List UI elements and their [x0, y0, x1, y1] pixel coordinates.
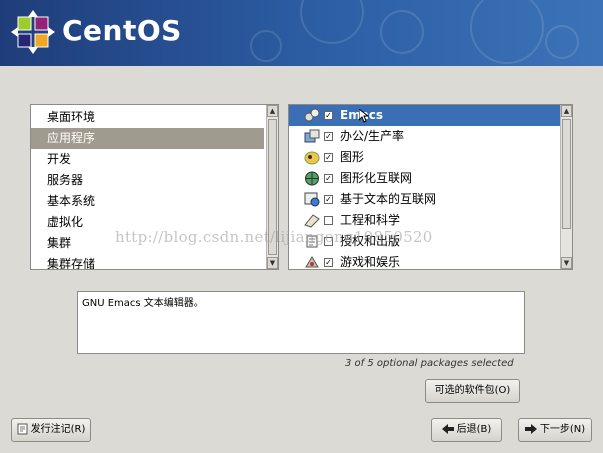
arrow-right-icon [524, 424, 537, 434]
text-internet-icon [304, 192, 320, 207]
centos-logo [11, 10, 55, 54]
release-notes-button[interactable]: 发行注记(R) [11, 418, 91, 442]
selection-status: 3 of 5 optional packages selected [345, 358, 514, 369]
package-item-selected[interactable]: ✓ Emacs [289, 105, 561, 126]
package-checkbox[interactable] [324, 216, 333, 225]
office-icon [304, 129, 320, 143]
package-checkbox[interactable]: ✓ [324, 195, 333, 204]
package-item[interactable]: ✓ 基于文本的互联网 [289, 189, 561, 210]
brand-name: CentOS [62, 14, 182, 47]
internet-icon [305, 171, 319, 186]
package-item[interactable]: ✓ 图形化互联网 [289, 168, 561, 189]
back-label: 后退(B) [456, 424, 492, 435]
category-item[interactable]: 集群存储 [31, 254, 264, 269]
optional-packages-button[interactable]: 可选的软件包(O) [425, 379, 520, 403]
next-label: 下一步(N) [539, 424, 586, 435]
engineering-icon [304, 214, 320, 228]
scroll-thumb[interactable] [562, 119, 571, 229]
category-item[interactable]: 桌面环境 [31, 107, 264, 128]
package-description: GNU Emacs 文本编辑器。 [77, 291, 525, 354]
category-item-selected[interactable]: 应用程序 [31, 128, 264, 149]
package-label: 图形化互联网 [340, 171, 413, 185]
package-item[interactable]: ✓ 游戏和娱乐 [289, 252, 561, 269]
watermark: http://blog.csdn.net/lijiangong19850520 [115, 228, 433, 246]
package-checkbox[interactable]: ✓ [324, 258, 333, 267]
package-item[interactable]: ✓ 办公/生产率 [289, 126, 561, 147]
package-label: 游戏和娱乐 [340, 255, 401, 269]
package-checkbox[interactable]: ✓ [324, 153, 333, 162]
package-checkbox[interactable]: ✓ [324, 132, 333, 141]
back-button[interactable]: 后退(B) [431, 418, 502, 442]
mouse-cursor-icon [359, 109, 369, 123]
category-item[interactable]: 开发 [31, 149, 264, 170]
games-icon [305, 256, 319, 268]
package-checkbox[interactable]: ✓ [324, 174, 333, 183]
next-button[interactable]: 下一步(N) [518, 418, 592, 442]
package-label: 办公/生产率 [340, 129, 405, 143]
package-checkbox[interactable]: ✓ [324, 111, 333, 120]
scroll-up-icon[interactable]: ▲ [561, 105, 572, 117]
document-icon [17, 423, 28, 435]
arrow-left-icon [441, 424, 454, 434]
scroll-down-icon[interactable]: ▼ [267, 257, 278, 269]
emacs-icon [304, 108, 320, 122]
release-notes-label: 发行注记(R) [30, 424, 86, 435]
header-banner: CentOS [0, 0, 603, 66]
scroll-down-icon[interactable]: ▼ [561, 257, 572, 269]
package-label: 基于文本的互联网 [340, 192, 437, 206]
optional-packages-label: 可选的软件包(O) [434, 385, 511, 396]
category-item[interactable]: 基本系统 [31, 191, 264, 212]
package-label: 图形 [340, 150, 365, 164]
package-item[interactable]: ✓ 图形 [289, 147, 561, 168]
package-scrollbar[interactable]: ▲ ▼ [560, 105, 572, 269]
graphics-icon [304, 151, 320, 165]
category-item[interactable]: 服务器 [31, 170, 264, 191]
scroll-up-icon[interactable]: ▲ [267, 105, 278, 117]
